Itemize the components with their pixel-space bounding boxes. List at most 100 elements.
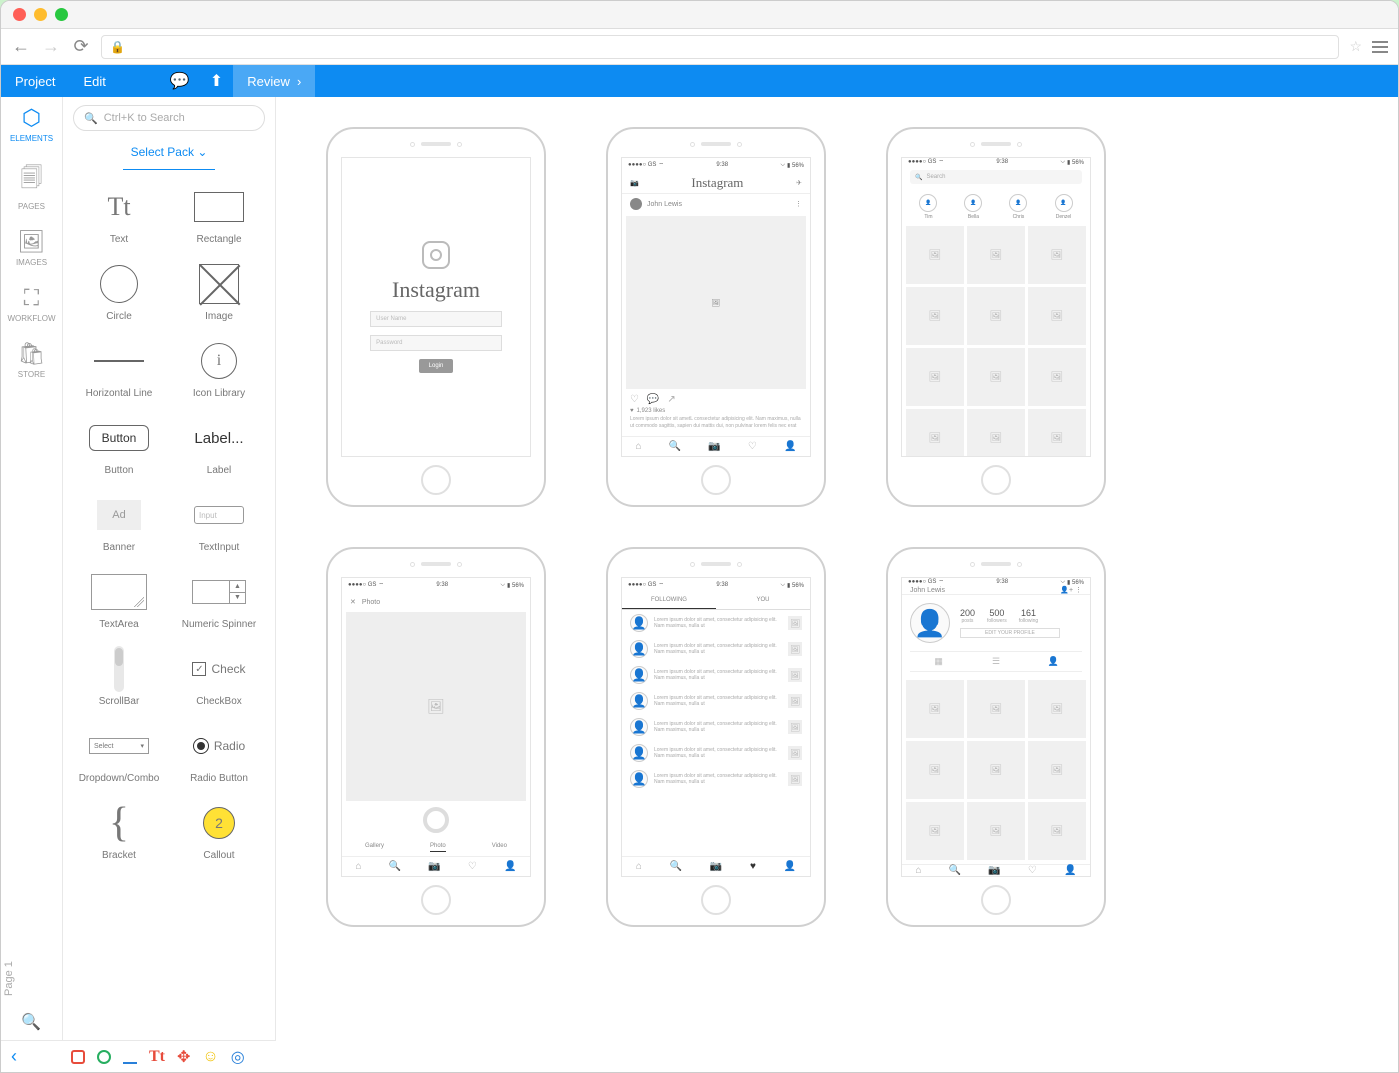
rail-elements[interactable]: ⬡ ELEMENTS: [10, 105, 53, 143]
camera-icon[interactable]: 📷: [630, 179, 639, 187]
grid-image[interactable]: 🖼: [967, 409, 1025, 457]
tab-search-icon[interactable]: 🔍: [949, 865, 961, 876]
camera-tab-video[interactable]: Video: [492, 843, 507, 852]
menu-project[interactable]: Project: [1, 65, 69, 97]
element-text[interactable]: TtText: [69, 178, 169, 251]
comment-icon[interactable]: 💬: [160, 71, 200, 91]
element-circle[interactable]: Circle: [69, 255, 169, 328]
tab-camera-icon[interactable]: 📷: [708, 441, 720, 452]
tab-profile-icon[interactable]: 👤: [504, 861, 516, 872]
tool-move-icon[interactable]: ✥: [177, 1047, 190, 1067]
hamburger-menu-icon[interactable]: [1372, 41, 1388, 53]
edit-profile-button[interactable]: EDIT YOUR PROFILE: [960, 628, 1060, 638]
close-window-icon[interactable]: [13, 8, 26, 21]
tab-profile-icon[interactable]: 👤: [1064, 865, 1076, 876]
grid-image[interactable]: 🖼: [906, 802, 964, 860]
shutter-button[interactable]: [423, 807, 449, 833]
grid-image[interactable]: 🖼: [1028, 802, 1086, 860]
forward-icon[interactable]: →: [41, 36, 61, 57]
zoom-in-icon[interactable]: 🔍: [21, 1012, 41, 1032]
grid-image[interactable]: 🖼: [906, 680, 964, 738]
element-radio[interactable]: RadioRadio Button: [169, 717, 269, 790]
story-avatar[interactable]: 👤Bella: [964, 194, 982, 220]
grid-image[interactable]: 🖼: [1028, 287, 1086, 345]
tool-rect-icon[interactable]: [71, 1050, 85, 1064]
export-icon[interactable]: ⬆: [200, 71, 233, 91]
comment-icon[interactable]: 💬: [647, 394, 659, 405]
grid-image[interactable]: 🖼: [906, 741, 964, 799]
story-avatar[interactable]: 👤Denzel: [1055, 194, 1073, 220]
tab-heart-icon[interactable]: ♡: [748, 441, 757, 452]
rail-images[interactable]: 🖼 IMAGES: [16, 229, 47, 267]
tool-circle-icon[interactable]: [97, 1050, 111, 1064]
activity-item[interactable]: 👤Lorem ipsum dolor sit amet, consectetur…: [622, 662, 810, 688]
story-avatar[interactable]: 👤Tim: [919, 194, 937, 220]
tab-camera-icon[interactable]: 📷: [428, 861, 440, 872]
tab-heart-icon[interactable]: ♥: [750, 861, 756, 872]
tool-line-icon[interactable]: [123, 1050, 137, 1064]
grid-image[interactable]: 🖼: [967, 348, 1025, 406]
tab-home-icon[interactable]: ⌂: [916, 865, 922, 876]
tab-following[interactable]: FOLLOWING: [622, 592, 716, 609]
more-icon[interactable]: ⋮: [795, 200, 802, 208]
activity-item[interactable]: 👤Lorem ipsum dolor sit amet, consectetur…: [622, 688, 810, 714]
login-button[interactable]: Login: [419, 359, 453, 373]
element-label[interactable]: Label...Label: [169, 409, 269, 482]
grid-image[interactable]: 🖼: [967, 680, 1025, 738]
element-banner[interactable]: AdBanner: [69, 486, 169, 559]
tab-search-icon[interactable]: 🔍: [669, 441, 681, 452]
post-author[interactable]: John Lewis⋮: [622, 194, 810, 214]
activity-item[interactable]: 👤Lorem ipsum dolor sit amet, consectetur…: [622, 636, 810, 662]
username-field[interactable]: User Name: [370, 311, 502, 327]
camera-tab-gallery[interactable]: Gallery: [365, 843, 384, 852]
tab-review[interactable]: Review ›: [233, 65, 315, 97]
element-dropdown[interactable]: Select▾Dropdown/Combo: [69, 717, 169, 790]
design-canvas[interactable]: Instagram User Name Password Login ●●●●○…: [276, 97, 1398, 1072]
reload-icon[interactable]: ⟳: [71, 36, 91, 57]
grid-image[interactable]: 🖼: [1028, 680, 1086, 738]
share-icon[interactable]: ↗: [667, 394, 675, 405]
element-scroll[interactable]: ScrollBar: [69, 640, 169, 713]
tab-camera-icon[interactable]: 📷: [988, 865, 1000, 876]
element-bracket[interactable]: {Bracket: [69, 794, 169, 867]
view-grid-icon[interactable]: ▦: [910, 652, 967, 671]
grid-image[interactable]: 🖼: [906, 287, 964, 345]
maximize-window-icon[interactable]: [55, 8, 68, 21]
tool-text-icon[interactable]: Tt: [149, 1048, 165, 1066]
tab-profile-icon[interactable]: 👤: [784, 861, 796, 872]
bookmark-star-icon[interactable]: ☆: [1349, 38, 1362, 55]
mockup-camera[interactable]: ●●●●○ GS⌔9:38⌵▮ 56% ✕Photo 🖼 Gallery Pho…: [326, 547, 546, 927]
password-field[interactable]: Password: [370, 335, 502, 351]
grid-image[interactable]: 🖼: [967, 802, 1025, 860]
mockup-login[interactable]: Instagram User Name Password Login: [326, 127, 546, 507]
search-input[interactable]: 🔍 Ctrl+K to Search: [73, 105, 265, 131]
rail-store[interactable]: 🛍 STORE: [18, 341, 46, 379]
activity-item[interactable]: 👤Lorem ipsum dolor sit amet, consectetur…: [622, 610, 810, 636]
grid-image[interactable]: 🖼: [906, 348, 964, 406]
grid-image[interactable]: 🖼: [967, 741, 1025, 799]
element-spinner[interactable]: ▲▼Numeric Spinner: [169, 563, 269, 636]
tool-emoji-icon[interactable]: ☺: [202, 1048, 218, 1066]
tab-home-icon[interactable]: ⌂: [356, 861, 362, 872]
tab-profile-icon[interactable]: 👤: [784, 441, 796, 452]
grid-image[interactable]: 🖼: [906, 226, 964, 284]
rail-workflow[interactable]: ⛶ WORKFLOW: [8, 285, 56, 323]
tab-home-icon[interactable]: ⌂: [636, 861, 642, 872]
grid-image[interactable]: 🖼: [906, 409, 964, 457]
tab-heart-icon[interactable]: ♡: [468, 861, 477, 872]
tab-camera-icon[interactable]: 📷: [710, 861, 722, 872]
mockup-explore[interactable]: ●●●●○ GS⌔9:38⌵▮ 56% 🔍Search 👤Tim👤Bella👤C…: [886, 127, 1106, 507]
element-callout[interactable]: 2Callout: [169, 794, 269, 867]
tab-heart-icon[interactable]: ♡: [1028, 865, 1037, 876]
element-hline[interactable]: Horizontal Line: [69, 332, 169, 405]
activity-item[interactable]: 👤Lorem ipsum dolor sit amet, consectetur…: [622, 740, 810, 766]
explore-search-input[interactable]: 🔍Search: [910, 170, 1082, 184]
url-bar[interactable]: 🔒: [101, 35, 1339, 59]
chevron-left-icon[interactable]: ‹: [11, 1046, 17, 1067]
element-check[interactable]: ✓CheckCheckBox: [169, 640, 269, 713]
grid-image[interactable]: 🖼: [967, 226, 1025, 284]
element-textarea[interactable]: TextArea: [69, 563, 169, 636]
tab-home-icon[interactable]: ⌂: [636, 441, 642, 452]
camera-tab-photo[interactable]: Photo: [430, 843, 446, 852]
grid-image[interactable]: 🖼: [967, 287, 1025, 345]
